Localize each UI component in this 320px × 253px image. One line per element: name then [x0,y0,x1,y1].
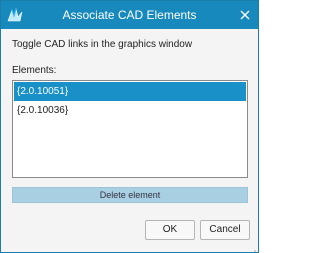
list-item[interactable]: {2.0.10036} [14,101,246,120]
title-bar[interactable]: Associate CAD Elements [1,1,258,29]
delete-element-button[interactable]: Delete element [12,187,248,203]
cancel-button[interactable]: Cancel [200,220,250,240]
elements-label: Elements: [12,65,57,76]
ok-button[interactable]: OK [145,220,195,240]
window-title: Associate CAD Elements [62,8,197,22]
list-item[interactable]: {2.0.10051} [14,82,246,101]
elements-list[interactable]: {2.0.10051} {2.0.10036} [12,80,248,178]
instruction-text: Toggle CAD links in the graphics window [12,39,193,50]
dialog-window: Associate CAD Elements Toggle CAD links … [0,0,259,253]
close-icon[interactable] [235,5,255,25]
resize-grip-icon[interactable] [249,243,256,252]
